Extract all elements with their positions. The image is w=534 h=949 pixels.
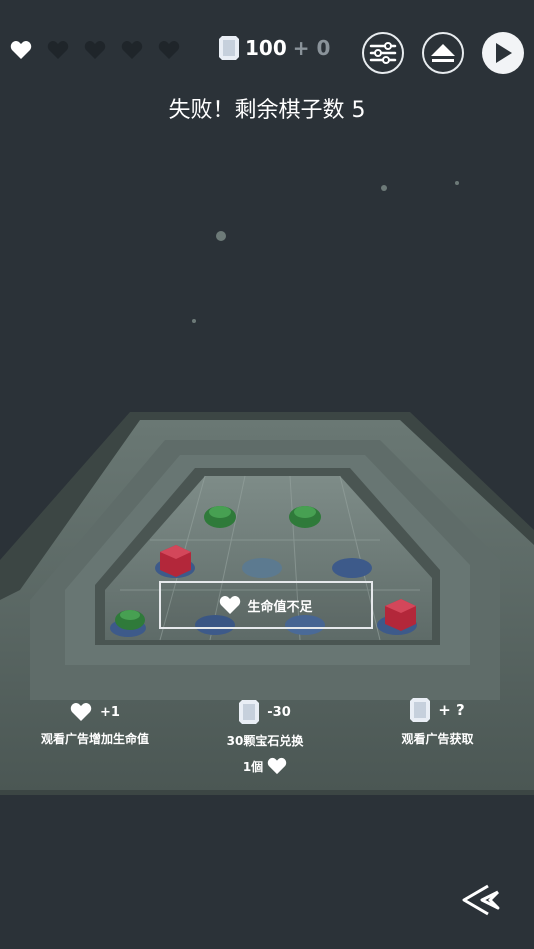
levels-icon: [431, 44, 455, 62]
option-label: 观看广告获取: [401, 732, 474, 746]
watch-ad-life-option[interactable]: +1 观看广告增加生命值: [30, 702, 160, 747]
play-button[interactable]: [482, 32, 524, 74]
option-sub: 1個: [242, 759, 264, 774]
option-label: 观看广告增加生命值: [40, 732, 149, 746]
result-title: 失败！剩余棋子数 5: [168, 98, 366, 123]
watch-ad-gems-option[interactable]: + ? 观看广告获取: [385, 698, 490, 747]
settings-button[interactable]: [362, 32, 404, 74]
life-heart-empty-icon: [158, 41, 180, 59]
gem-counter: 100 + 0: [219, 36, 330, 60]
gem-icon: [410, 698, 431, 722]
option-amount: +1: [100, 704, 120, 720]
gem-icon: [239, 700, 260, 724]
back-icon: [462, 884, 500, 916]
levels-button[interactable]: [422, 32, 464, 74]
back-button[interactable]: [458, 882, 502, 918]
play-icon: [496, 43, 512, 63]
heart-icon: [70, 703, 92, 721]
gem-icon: [219, 36, 239, 60]
heart-icon: [220, 596, 241, 614]
exchange-gems-option[interactable]: -30 30颗宝石兑换 1個: [205, 700, 325, 775]
option-amount: -30: [267, 704, 291, 720]
lives-bar: [10, 40, 180, 60]
life-heart-empty-icon: [84, 41, 106, 59]
life-heart-full-icon: [10, 41, 32, 59]
heart-icon: [267, 757, 287, 775]
settings-icon: [369, 42, 397, 64]
life-heart-empty-icon: [47, 41, 69, 59]
option-label: 30颗宝石兑换: [226, 734, 304, 748]
life-heart-empty-icon: [121, 41, 143, 59]
gem-count: 100: [245, 36, 287, 60]
game-board: [0, 181, 534, 795]
gem-bonus: + 0: [292, 36, 331, 60]
insufficient-lives-notice: 生命值不足: [159, 581, 373, 629]
option-amount: + ?: [438, 701, 465, 719]
notice-text: 生命值不足: [247, 599, 313, 615]
